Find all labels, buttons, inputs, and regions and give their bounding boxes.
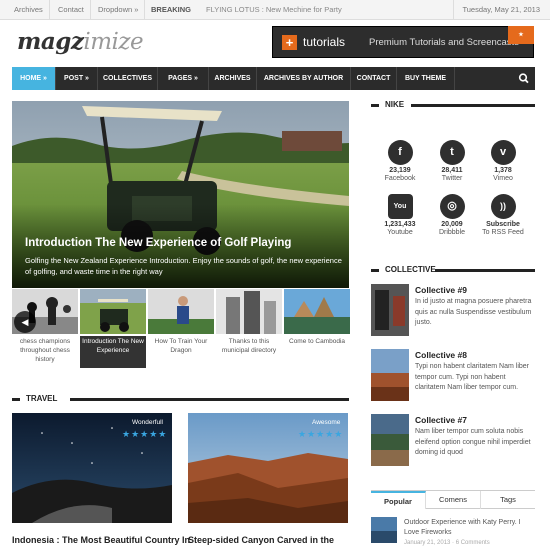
social-count: 1,378 (494, 167, 512, 174)
nav-archives-by-author[interactable]: ARCHIVES BY AUTHOR (257, 67, 351, 90)
banner-name: tutorials (303, 35, 346, 49)
breaking-label: BREAKING (151, 5, 192, 14)
nav-pages[interactable]: PAGES » (158, 67, 209, 90)
header-bar (371, 269, 379, 272)
popular-title[interactable]: Outdoor Experience with Katy Perry. I Lo… (404, 518, 534, 538)
ribbon-icon: ★ (508, 26, 534, 44)
header-line (70, 398, 349, 401)
collective-label: COLLECTIVE (385, 265, 436, 274)
social-name: Facebook (384, 175, 416, 182)
popular-meta: January 21, 2013 · 6 Comments (404, 540, 490, 546)
social-dribbble[interactable]: ◎ 20,009 Dribbble (427, 194, 477, 236)
thumb-caption[interactable]: Thanks to this municipal directory (216, 336, 282, 368)
travel-card-canyon[interactable]: Awesome ★★★★★ (188, 413, 348, 523)
collective-title[interactable]: Collective #8 (415, 350, 467, 360)
social-rss[interactable]: )) Subscribe To RSS Feed (478, 194, 528, 236)
social-count: Subscribe (486, 221, 520, 228)
twitter-icon: t (439, 140, 465, 165)
travel-title[interactable]: Indonesia : The Most Beautiful Country I… (12, 535, 190, 545)
header-line (435, 269, 535, 272)
top-link-dropdown[interactable]: Dropdown » (92, 0, 146, 20)
header-bar (12, 398, 20, 401)
social-youtube[interactable]: You 1,231,433 Youtube (375, 194, 425, 236)
rating-badge: Wonderfull (132, 419, 163, 426)
sidebar-tabs: Popular Comens Tags (371, 490, 535, 509)
nike-header: NIKE (371, 100, 535, 110)
social-twitter[interactable]: t 28,411 Twitter (427, 140, 477, 182)
header-line (411, 104, 535, 107)
social-name: Vimeo (493, 175, 513, 182)
slider-prev-arrow-icon[interactable]: ◀ (14, 311, 36, 333)
travel-header: TRAVEL (12, 394, 349, 404)
social-facebook[interactable]: f 23,139 Facebook (375, 140, 425, 182)
thumb-cambodia[interactable] (284, 289, 350, 334)
logo-part1: magz (17, 28, 84, 55)
nav-buy-theme[interactable]: BUY THEME (397, 67, 455, 90)
breaking-ticker[interactable]: FLYING LOTUS : New Mechine for Party (206, 0, 342, 20)
travel-title[interactable]: Steep-sided Canyon Carved in the (188, 535, 334, 545)
social-count: 20,009 (441, 221, 463, 228)
nav-archives[interactable]: ARCHIVES (209, 67, 257, 90)
header-bar (371, 104, 379, 107)
popular-post[interactable]: Outdoor Experience with Katy Perry. I Lo… (404, 518, 534, 548)
collective-image[interactable] (371, 349, 409, 401)
social-name: Twitter (441, 175, 463, 182)
thumb-caption[interactable]: Come to Cambodia (284, 336, 350, 368)
hero-title[interactable]: Introduction The New Experience of Golf … (25, 237, 291, 249)
top-bar: Archives Contact Dropdown » BREAKING FLY… (0, 0, 550, 20)
tutorials-banner[interactable]: + tutorials Premium Tutorials and Screen… (272, 26, 534, 58)
thumb-municipal[interactable] (216, 289, 282, 334)
thumb-caption[interactable]: chess champions throughout chess history (12, 336, 78, 368)
logo-part2: imize (83, 29, 144, 55)
rating-badge: Awesome (312, 419, 341, 426)
social-name: Dribbble (438, 229, 466, 236)
social-name: To RSS Feed (482, 229, 524, 236)
site-logo[interactable]: magzimize (17, 28, 144, 55)
current-date: Tuesday, May 21, 2013 (453, 0, 540, 20)
tab-tags[interactable]: Tags (481, 491, 535, 509)
vimeo-icon: v (490, 140, 516, 165)
facebook-icon: f (387, 140, 413, 165)
search-icon[interactable] (513, 67, 535, 90)
social-count: 23,139 (389, 167, 411, 174)
thumb-dragon[interactable] (148, 289, 214, 334)
collective-header: COLLECTIVE (371, 265, 535, 275)
nav-post[interactable]: POST » (56, 67, 98, 90)
rss-icon: )) (490, 194, 516, 219)
travel-card-indonesia[interactable]: Wonderfull ★★★★★ (12, 413, 172, 523)
thumb-caption-active[interactable]: Introduction The New Experience (80, 336, 146, 368)
youtube-icon: You (387, 194, 413, 219)
collective-title[interactable]: Collective #7 (415, 415, 467, 425)
hero-description: Golfing the New Zealand Experience Intro… (25, 256, 342, 276)
nike-label: NIKE (385, 100, 405, 109)
main-nav: HOME » POST » COLLECTIVES PAGES » ARCHIV… (12, 67, 535, 90)
social-name: Youtube (387, 229, 413, 236)
tab-popular[interactable]: Popular (371, 491, 426, 509)
tab-comments[interactable]: Comens (426, 491, 481, 509)
collective-desc: In id justo at magna posuere pharetra qu… (415, 298, 532, 326)
popular-image[interactable] (371, 517, 397, 543)
thumb-golf[interactable] (80, 289, 146, 334)
collective-desc: Typi non habent claritatem Nam liber tem… (415, 363, 529, 391)
star-rating: ★★★★★ (122, 429, 168, 439)
collective-image[interactable] (371, 284, 409, 336)
collective-title[interactable]: Collective #9 (415, 285, 467, 295)
social-count: 1,231,433 (384, 221, 416, 228)
nav-home[interactable]: HOME » (12, 67, 56, 90)
social-count: 28,411 (441, 167, 463, 174)
star-rating: ★★★★★ (298, 429, 344, 439)
banner-desc: Premium Tutorials and Screencasts (369, 37, 519, 48)
nav-collectives[interactable]: COLLECTIVES (98, 67, 158, 90)
travel-label: TRAVEL (26, 394, 58, 403)
thumb-caption[interactable]: How To Train Your Dragon (148, 336, 214, 368)
top-link-archives[interactable]: Archives (8, 0, 50, 20)
plus-icon: + (282, 35, 297, 50)
social-vimeo[interactable]: v 1,378 Vimeo (478, 140, 528, 182)
collective-desc: Nam liber tempor cum soluta nobis eleife… (415, 428, 531, 456)
top-link-contact[interactable]: Contact (52, 0, 91, 20)
dribbble-icon: ◎ (439, 194, 465, 219)
collective-image[interactable] (371, 414, 409, 466)
nav-contact[interactable]: CONTACT (351, 67, 397, 90)
